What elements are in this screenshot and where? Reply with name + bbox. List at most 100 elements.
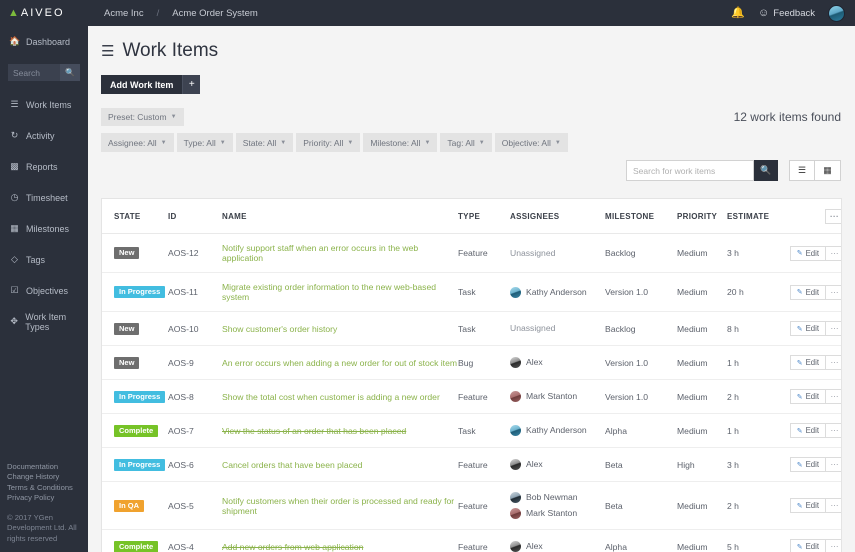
top-bar-actions: 🔔 ☺ Feedback — [731, 5, 855, 22]
ellipsis-icon[interactable]: ··· — [825, 209, 842, 224]
filter-objective[interactable]: Objective: All ▼ — [495, 133, 568, 152]
work-item-link[interactable]: Notify customers when their order is pro… — [222, 496, 458, 516]
edit-button[interactable]: ✎Edit — [790, 246, 826, 261]
filter-state[interactable]: State: All ▼ — [236, 133, 294, 152]
table-row[interactable]: NewAOS-12Notify support staff when an er… — [102, 234, 842, 273]
filter-milestone[interactable]: Milestone: All ▼ — [363, 133, 437, 152]
cell-state: New — [102, 346, 168, 380]
row-more-button[interactable]: ··· — [826, 355, 842, 370]
breadcrumb-project[interactable]: Acme Order System — [172, 8, 258, 19]
assignee-name: Alex — [526, 540, 543, 552]
work-item-link[interactable]: View the status of an order that has bee… — [222, 426, 406, 436]
row-more-button[interactable]: ··· — [826, 539, 842, 552]
table-row[interactable]: CompleteAOS-4Add new orders from web app… — [102, 530, 842, 552]
table-row[interactable]: CompleteAOS-7View the status of an order… — [102, 414, 842, 448]
row-more-button[interactable]: ··· — [826, 246, 842, 261]
work-items-search-button[interactable]: 🔍 — [754, 160, 778, 181]
filter-type[interactable]: Type: All ▼ — [177, 133, 233, 152]
brand-logo[interactable]: ▲ AIVEO — [0, 0, 88, 26]
col-assignees[interactable]: ASSIGNEES — [510, 199, 605, 234]
table-row[interactable]: NewAOS-10Show customer's order historyTa… — [102, 312, 842, 346]
chevron-down-icon: ▼ — [479, 140, 485, 146]
col-state[interactable]: STATE — [102, 199, 168, 234]
sidebar-item-timesheet[interactable]: ◷ Timesheet — [0, 182, 88, 213]
table-row[interactable]: In QAAOS-5Notify customers when their or… — [102, 482, 842, 530]
work-item-link[interactable]: Migrate existing order information to th… — [222, 282, 458, 302]
preset-filter-button[interactable]: Preset: Custom ▼ — [101, 108, 184, 126]
footer-link-privacy[interactable]: Privacy Policy — [7, 493, 88, 504]
bell-icon[interactable]: 🔔 — [731, 8, 745, 19]
status-badge: In Progress — [114, 391, 165, 403]
edit-button[interactable]: ✎Edit — [790, 355, 826, 370]
cell-id: AOS-4 — [168, 530, 222, 552]
work-items-search-input[interactable] — [626, 160, 754, 181]
plus-icon[interactable]: + — [182, 75, 200, 94]
search-icon[interactable]: 🔍 — [60, 64, 80, 81]
col-priority[interactable]: PRIORITY — [677, 199, 727, 234]
sidebar-item-work-item-types[interactable]: ✥ Work Item Types — [0, 306, 88, 337]
edit-button[interactable]: ✎Edit — [790, 285, 826, 300]
work-item-link[interactable]: Show customer's order history — [222, 324, 337, 334]
sidebar-item-label: Work Items — [26, 100, 71, 110]
status-badge: New — [114, 247, 139, 259]
row-more-button[interactable]: ··· — [826, 389, 842, 404]
row-more-button[interactable]: ··· — [826, 457, 842, 472]
cell-priority: Medium — [677, 312, 727, 346]
sidebar-item-activity[interactable]: ↻ Activity — [0, 120, 88, 151]
chevron-down-icon: ▼ — [424, 140, 430, 146]
board-view-icon[interactable]: ▦ — [815, 160, 841, 181]
table-row[interactable]: NewAOS-9An error occurs when adding a ne… — [102, 346, 842, 380]
work-item-link[interactable]: Cancel orders that have been placed — [222, 460, 362, 470]
work-item-link[interactable]: Add new orders from web application — [222, 542, 363, 552]
edit-button[interactable]: ✎Edit — [790, 389, 826, 404]
row-more-button[interactable]: ··· — [826, 285, 842, 300]
edit-button[interactable]: ✎Edit — [790, 457, 826, 472]
footer-link-documentation[interactable]: Documentation — [7, 462, 88, 473]
table-row[interactable]: In ProgressAOS-8Show the total cost when… — [102, 380, 842, 414]
footer-link-change-history[interactable]: Change History — [7, 472, 88, 483]
list-view-icon[interactable]: ☰ — [789, 160, 815, 181]
chevron-down-icon: ▼ — [280, 140, 286, 146]
row-more-button[interactable]: ··· — [826, 498, 842, 513]
work-item-link[interactable]: Show the total cost when customer is add… — [222, 392, 440, 402]
pencil-icon: ✎ — [797, 427, 803, 435]
row-more-button[interactable]: ··· — [826, 423, 842, 438]
feedback-button[interactable]: ☺ Feedback — [758, 8, 815, 19]
edit-button[interactable]: ✎Edit — [790, 321, 826, 336]
chevron-down-icon: ▼ — [555, 140, 561, 146]
status-badge: In Progress — [114, 459, 165, 471]
row-more-button[interactable]: ··· — [826, 321, 842, 336]
col-milestone[interactable]: MILESTONE — [605, 199, 677, 234]
col-estimate[interactable]: ESTIMATE — [727, 199, 777, 234]
sidebar-item-work-items[interactable]: ☰ Work Items — [0, 89, 88, 120]
search-input[interactable] — [8, 68, 60, 78]
sidebar-item-reports[interactable]: ▩ Reports — [0, 151, 88, 182]
work-item-link[interactable]: An error occurs when adding a new order … — [222, 358, 457, 368]
sidebar-item-objectives[interactable]: ☑ Objectives — [0, 275, 88, 306]
table-row[interactable]: In ProgressAOS-11Migrate existing order … — [102, 273, 842, 312]
sidebar-item-milestones[interactable]: ▦ Milestones — [0, 213, 88, 244]
col-type[interactable]: TYPE — [458, 199, 510, 234]
add-work-item-button[interactable]: Add Work Item — [101, 75, 182, 94]
filter-priority[interactable]: Priority: All ▼ — [296, 133, 360, 152]
footer-link-terms[interactable]: Terms & Conditions — [7, 483, 88, 494]
cell-actions: ✎Edit··· — [777, 482, 842, 530]
sidebar-search[interactable]: 🔍 — [8, 64, 80, 81]
user-avatar[interactable] — [828, 5, 845, 22]
cell-id: AOS-7 — [168, 414, 222, 448]
edit-button[interactable]: ✎Edit — [790, 539, 826, 552]
edit-button[interactable]: ✎Edit — [790, 498, 826, 513]
work-item-link[interactable]: Notify support staff when an error occur… — [222, 243, 458, 263]
col-name[interactable]: NAME — [222, 199, 458, 234]
filter-assignee[interactable]: Assignee: All ▼ — [101, 133, 174, 152]
sidebar-item-dashboard[interactable]: 🏠 Dashboard — [0, 26, 88, 57]
table-head: STATE ID NAME TYPE ASSIGNEES MILESTONE P… — [102, 199, 842, 234]
filter-tag[interactable]: Tag: All ▼ — [440, 133, 491, 152]
avatar — [510, 492, 521, 503]
breadcrumb-org[interactable]: Acme Inc — [104, 8, 144, 19]
assignee-name: Alex — [526, 458, 543, 471]
edit-button[interactable]: ✎Edit — [790, 423, 826, 438]
table-row[interactable]: In ProgressAOS-6Cancel orders that have … — [102, 448, 842, 482]
col-id[interactable]: ID — [168, 199, 222, 234]
sidebar-item-tags[interactable]: ◇ Tags — [0, 244, 88, 275]
